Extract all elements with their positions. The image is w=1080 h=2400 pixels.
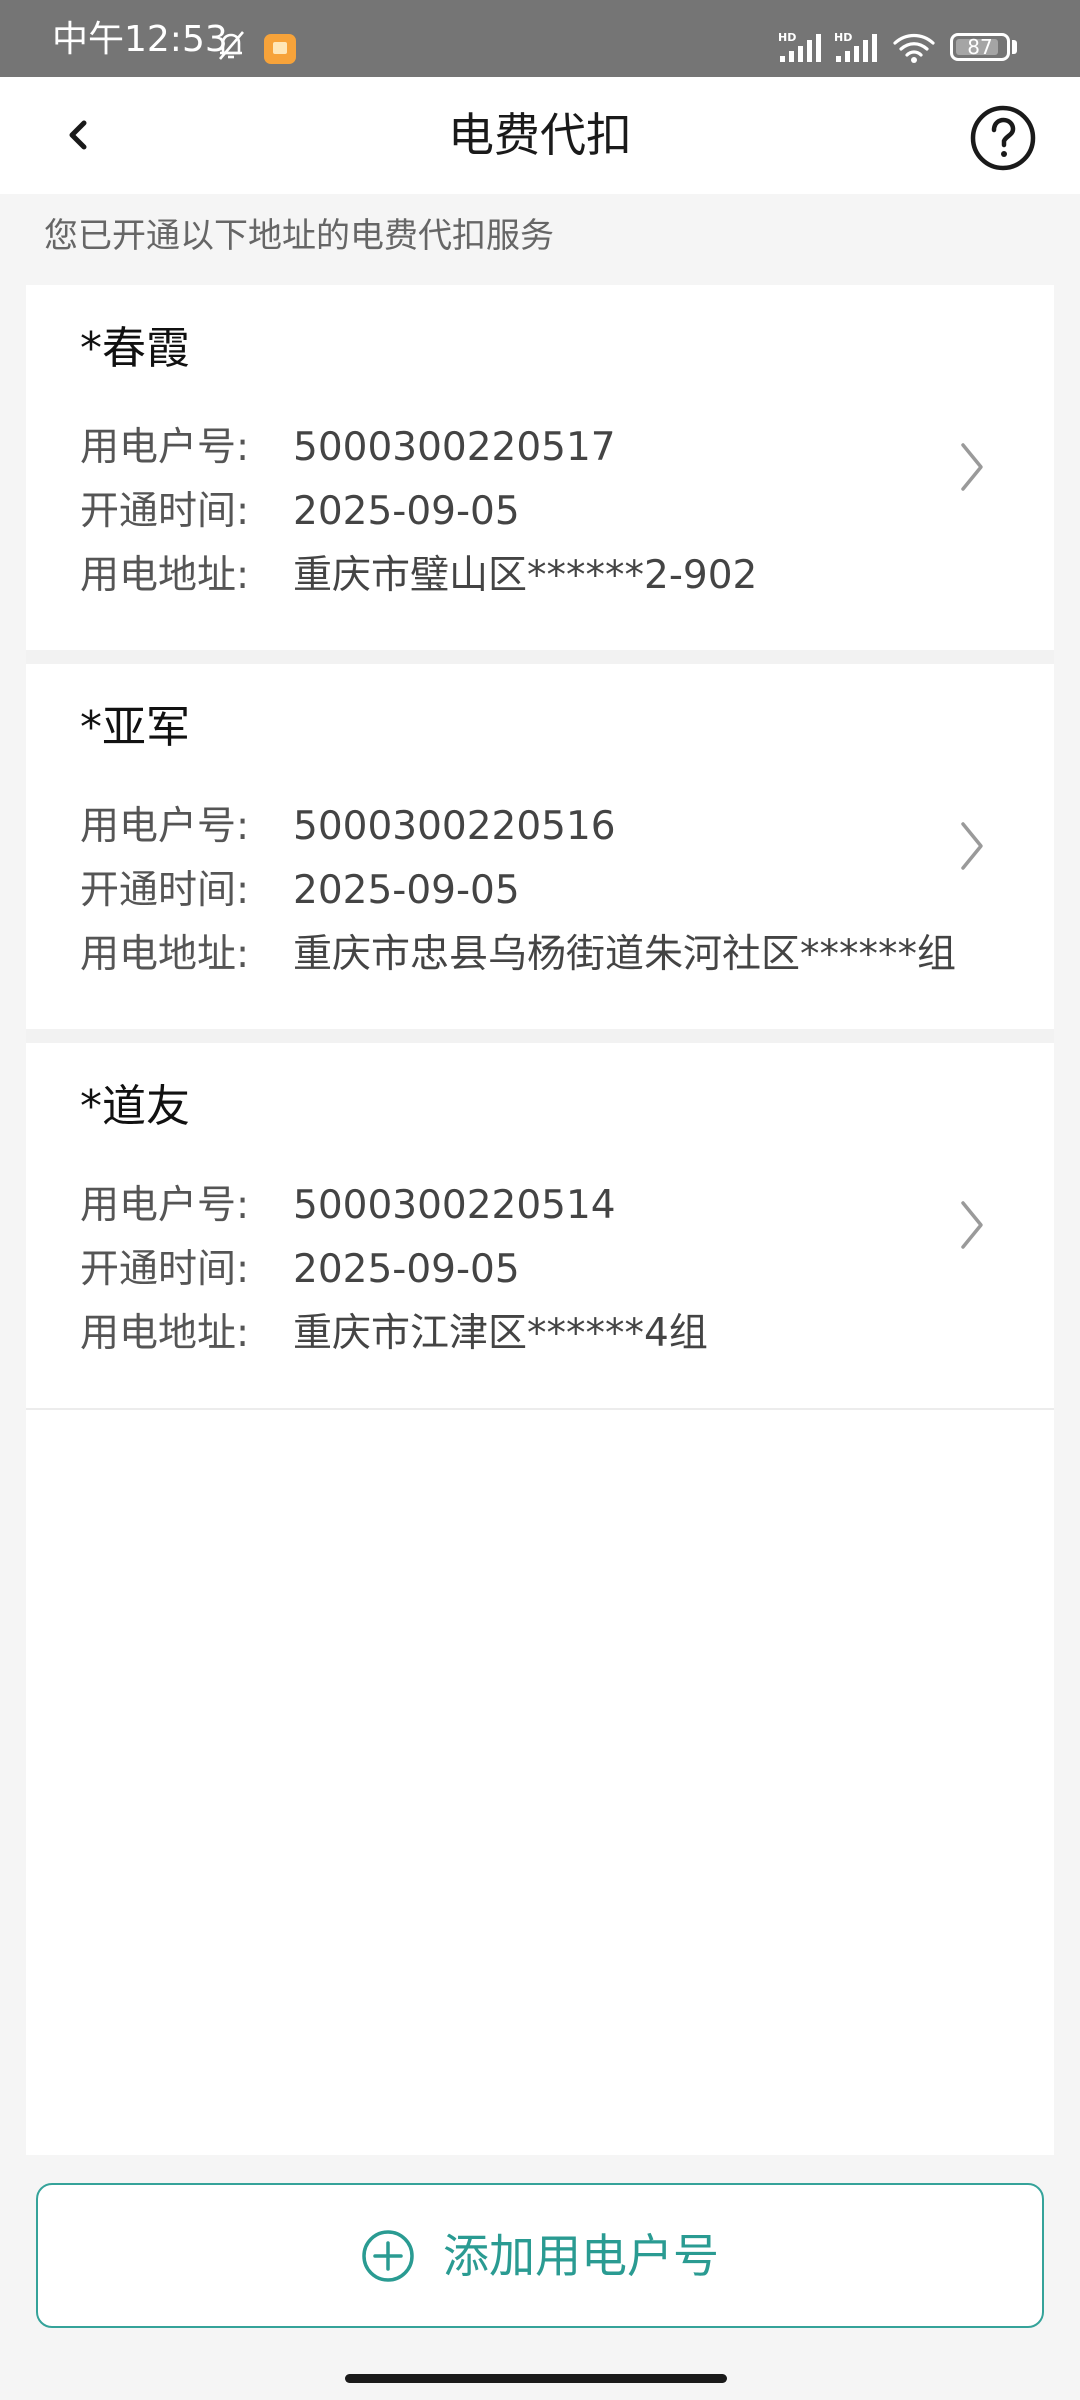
bell-off-icon bbox=[219, 31, 244, 60]
account-holder-name: *春霞 bbox=[80, 323, 190, 374]
open-date-label: 开通时间: bbox=[80, 1247, 250, 1292]
page-title: 电费代扣 bbox=[448, 108, 632, 162]
address-label: 用电地址: bbox=[80, 1311, 250, 1356]
app-notification-icon bbox=[264, 34, 296, 64]
address-row: 用电地址: 重庆市璧山区******2-902 bbox=[80, 551, 757, 601]
chevron-right-icon bbox=[961, 822, 983, 870]
account-card[interactable]: *春霞 用电户号: 5000300220517 开通时间: 2025-09-05 用… bbox=[26, 285, 1054, 650]
open-date-row: 开通时间: 2025-09-05 bbox=[80, 1245, 520, 1295]
svg-text:HD: HD bbox=[834, 31, 852, 44]
status-bar: 中午12:53 HD HD 87 bbox=[0, 0, 1080, 77]
address-row: 用电地址: 重庆市江津区******4组 bbox=[80, 1309, 708, 1359]
account-number-row: 用电户号: 5000300220517 bbox=[80, 423, 616, 473]
open-date-value: 2025-09-05 bbox=[293, 1247, 520, 1292]
account-holder-name: *道友 bbox=[80, 1081, 190, 1132]
open-date-row: 开通时间: 2025-09-05 bbox=[80, 866, 520, 916]
service-notice: 您已开通以下地址的电费代扣服务 bbox=[44, 216, 554, 256]
hd-signal-icon: HD bbox=[834, 31, 877, 62]
home-indicator[interactable] bbox=[345, 2374, 727, 2383]
plus-circle-icon bbox=[362, 2229, 414, 2282]
address-value: 重庆市忠县乌杨街道朱河社区******组 bbox=[293, 932, 957, 977]
account-number-label: 用电户号: bbox=[80, 425, 250, 470]
account-number-value: 5000300220517 bbox=[293, 425, 616, 470]
account-number-value: 5000300220516 bbox=[293, 804, 616, 849]
divider bbox=[26, 650, 1054, 664]
open-date-value: 2025-09-05 bbox=[293, 489, 520, 534]
address-value: 重庆市江津区******4组 bbox=[293, 1311, 708, 1356]
open-date-value: 2025-09-05 bbox=[293, 868, 520, 913]
open-date-label: 开通时间: bbox=[80, 489, 250, 534]
battery-percent: 87 bbox=[967, 35, 993, 59]
address-label: 用电地址: bbox=[80, 553, 250, 598]
battery-icon: 87 bbox=[950, 33, 1010, 61]
account-card[interactable]: *亚军 用电户号: 5000300220516 开通时间: 2025-09-05 用… bbox=[26, 664, 1054, 1029]
address-row: 用电地址: 重庆市忠县乌杨街道朱河社区******组 bbox=[80, 930, 956, 980]
account-number-row: 用电户号: 5000300220516 bbox=[80, 802, 616, 852]
account-list: *春霞 用电户号: 5000300220517 开通时间: 2025-09-05 用… bbox=[26, 285, 1054, 2155]
status-time: 中午12:53 bbox=[52, 19, 228, 60]
svg-text:HD: HD bbox=[778, 31, 796, 44]
open-date-row: 开通时间: 2025-09-05 bbox=[80, 487, 520, 537]
account-number-label: 用电户号: bbox=[80, 1183, 250, 1228]
address-value: 重庆市璧山区******2-902 bbox=[293, 553, 758, 598]
account-card[interactable]: *道友 用电户号: 5000300220514 开通时间: 2025-09-05 用… bbox=[26, 1043, 1054, 1408]
help-circle-icon[interactable] bbox=[968, 103, 1038, 173]
account-number-row: 用电户号: 5000300220514 bbox=[80, 1181, 616, 1231]
open-date-label: 开通时间: bbox=[80, 868, 250, 913]
divider bbox=[26, 1408, 1054, 1410]
account-number-label: 用电户号: bbox=[80, 804, 250, 849]
add-account-content: 添加用电户号 bbox=[38, 2185, 1042, 2326]
battery-cap bbox=[1012, 40, 1017, 54]
address-label: 用电地址: bbox=[80, 932, 250, 977]
add-account-button[interactable]: 添加用电户号 bbox=[36, 2183, 1044, 2328]
header: 电费代扣 bbox=[0, 77, 1080, 194]
add-account-label: 添加用电户号 bbox=[443, 2228, 719, 2283]
account-holder-name: *亚军 bbox=[80, 702, 190, 753]
account-number-value: 5000300220514 bbox=[293, 1183, 616, 1228]
chevron-right-icon bbox=[961, 1201, 983, 1249]
wifi-icon bbox=[893, 33, 935, 63]
hd-signal-icon: HD bbox=[778, 31, 821, 62]
chevron-right-icon bbox=[961, 443, 983, 491]
divider bbox=[26, 1029, 1054, 1043]
